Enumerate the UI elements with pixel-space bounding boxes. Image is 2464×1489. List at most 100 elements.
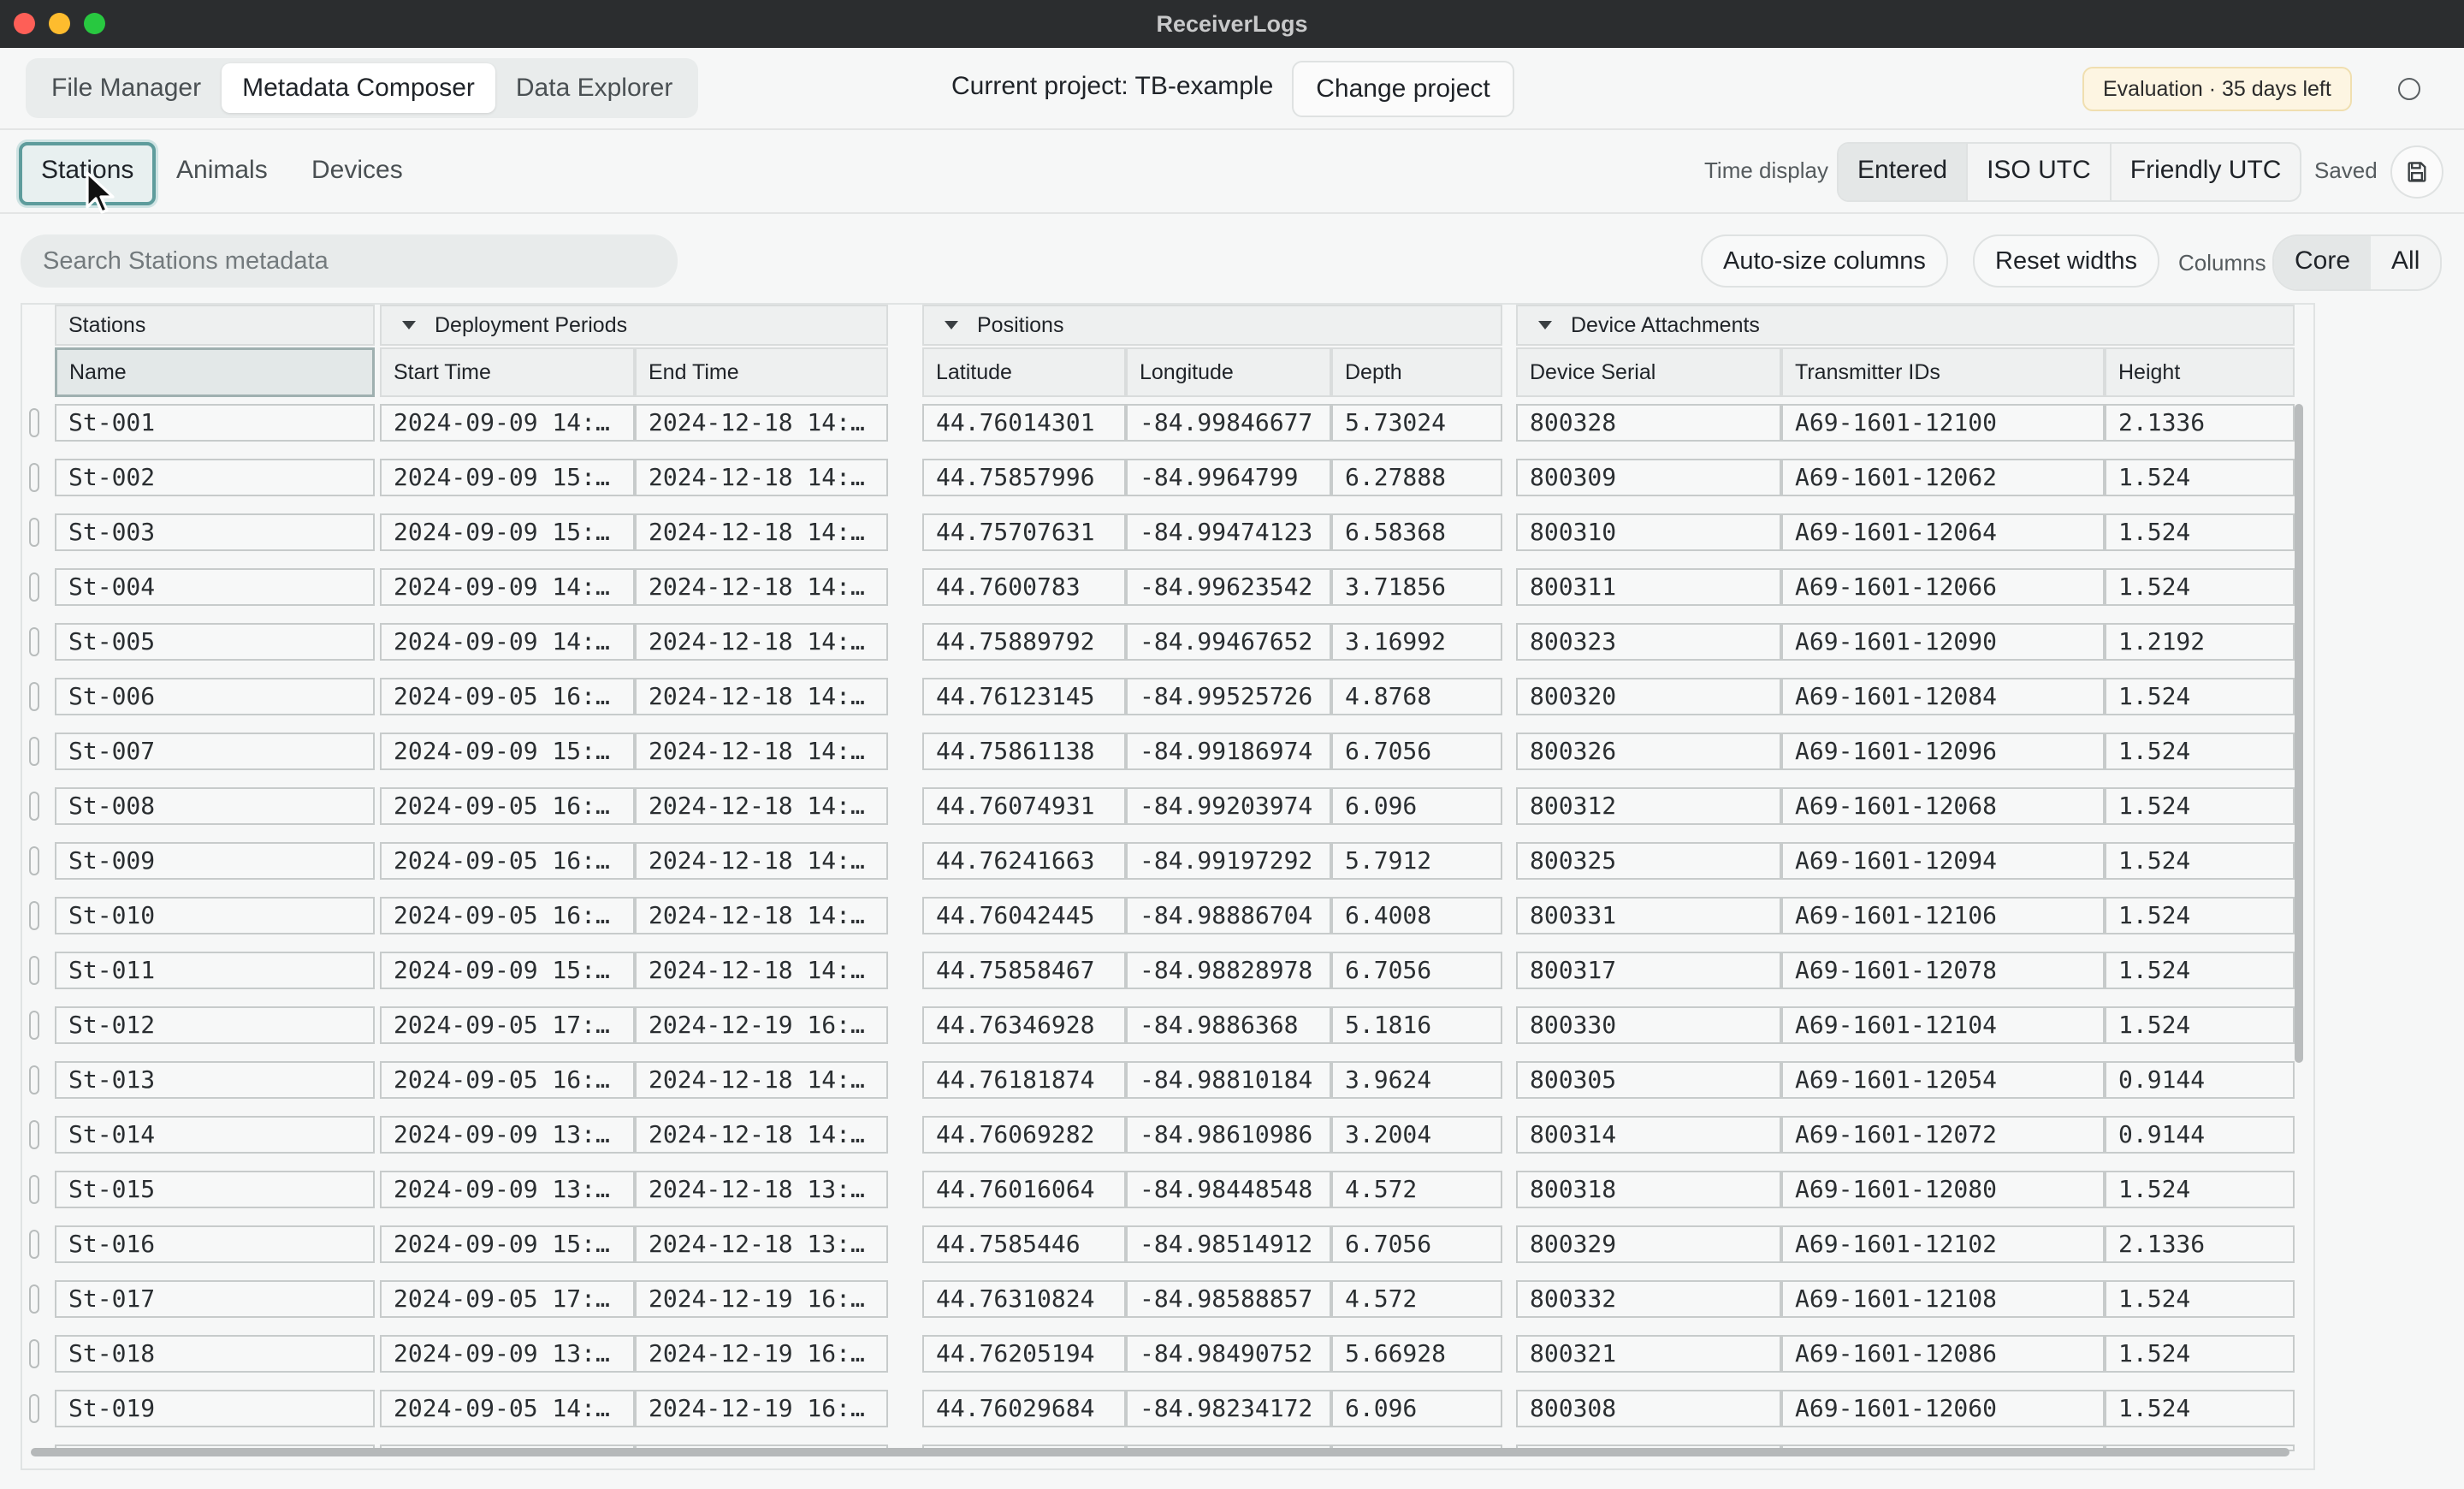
- table-cell-start-time[interactable]: 2024-09-09 13:…: [380, 1335, 635, 1373]
- table-cell-device-serial[interactable]: 800332: [1516, 1280, 1781, 1318]
- table-cell-latitude[interactable]: 44.75861138: [922, 733, 1126, 770]
- row-drag-handle[interactable]: [29, 1230, 39, 1259]
- table-cell-latitude[interactable]: 44.76016064: [922, 1171, 1126, 1208]
- table-cell-depth[interactable]: 6.4008: [1331, 897, 1502, 934]
- table-cell-device-serial[interactable]: 800321: [1516, 1335, 1781, 1373]
- table-cell-transmitter-ids[interactable]: A69-1601-12084: [1781, 678, 2105, 715]
- table-cell-latitude[interactable]: 44.76069282: [922, 1116, 1126, 1154]
- table-cell-longitude[interactable]: -84.99474123: [1126, 513, 1331, 551]
- column-header-device-serial[interactable]: Device Serial: [1516, 347, 1781, 397]
- close-window-button[interactable]: [14, 13, 35, 34]
- table-cell-end-time[interactable]: 2024-12-19 16:…: [635, 1335, 888, 1373]
- table-cell-start-time[interactable]: 2024-09-09 15:…: [380, 459, 635, 496]
- table-cell-longitude[interactable]: -84.98448548: [1126, 1171, 1331, 1208]
- table-cell-start-time[interactable]: 2024-09-05 16:…: [380, 787, 635, 825]
- table-cell-name[interactable]: St-010: [55, 897, 375, 934]
- table-cell-name[interactable]: St-011: [55, 952, 375, 989]
- table-cell-latitude[interactable]: 44.76310824: [922, 1280, 1126, 1318]
- time-option-friendly-utc[interactable]: Friendly UTC: [2109, 144, 2301, 200]
- maximize-window-button[interactable]: [84, 13, 105, 34]
- table-cell-device-serial[interactable]: 800331: [1516, 897, 1781, 934]
- table-cell-latitude[interactable]: 44.76014301: [922, 404, 1126, 442]
- table-cell-end-time[interactable]: 2024-12-18 14:…: [635, 1061, 888, 1099]
- column-header-name[interactable]: Name: [55, 347, 375, 397]
- table-cell-depth[interactable]: 5.1816: [1331, 1006, 1502, 1044]
- table-cell-name[interactable]: St-005: [55, 623, 375, 661]
- group-header-deployment-periods[interactable]: Deployment Periods: [380, 305, 888, 346]
- columns-option-all[interactable]: All: [2371, 236, 2440, 289]
- table-cell-device-serial[interactable]: 800325: [1516, 842, 1781, 880]
- table-cell-height[interactable]: 0.9144: [2105, 1116, 2295, 1154]
- table-cell-transmitter-ids[interactable]: A69-1601-12068: [1781, 787, 2105, 825]
- table-cell-depth[interactable]: 4.8768: [1331, 678, 1502, 715]
- tab-devices[interactable]: Devices: [293, 142, 422, 199]
- table-cell-latitude[interactable]: 44.76074931: [922, 787, 1126, 825]
- table-cell-transmitter-ids[interactable]: A69-1601-12062: [1781, 459, 2105, 496]
- tab-metadata-composer[interactable]: Metadata Composer: [222, 63, 495, 113]
- table-cell-device-serial[interactable]: 800309: [1516, 459, 1781, 496]
- table-cell-depth[interactable]: 6.7056: [1331, 1225, 1502, 1263]
- table-cell-start-time[interactable]: 2024-09-05 16:…: [380, 1061, 635, 1099]
- table-cell-height[interactable]: 1.524: [2105, 1006, 2295, 1044]
- table-cell-height[interactable]: 1.524: [2105, 787, 2295, 825]
- table-cell-name[interactable]: St-012: [55, 1006, 375, 1044]
- change-project-button[interactable]: Change project: [1292, 61, 1514, 117]
- row-drag-handle[interactable]: [29, 518, 39, 547]
- table-cell-latitude[interactable]: 44.75857996: [922, 459, 1126, 496]
- auto-size-columns-button[interactable]: Auto-size columns: [1701, 234, 1948, 288]
- table-cell-end-time[interactable]: 2024-12-18 14:…: [635, 513, 888, 551]
- table-cell-transmitter-ids[interactable]: A69-1601-12066: [1781, 568, 2105, 606]
- table-cell-transmitter-ids[interactable]: A69-1601-12054: [1781, 1061, 2105, 1099]
- row-drag-handle[interactable]: [29, 627, 39, 656]
- tab-animals[interactable]: Animals: [157, 142, 287, 199]
- table-cell-longitude[interactable]: -84.99525726: [1126, 678, 1331, 715]
- table-cell-name[interactable]: St-009: [55, 842, 375, 880]
- table-cell-height[interactable]: 1.524: [2105, 842, 2295, 880]
- table-cell-name[interactable]: St-008: [55, 787, 375, 825]
- row-drag-handle[interactable]: [29, 1120, 39, 1149]
- table-cell-name[interactable]: St-015: [55, 1171, 375, 1208]
- table-cell-latitude[interactable]: 44.7600783: [922, 568, 1126, 606]
- table-cell-device-serial[interactable]: 800328: [1516, 404, 1781, 442]
- table-cell-start-time[interactable]: 2024-09-09 15:…: [380, 513, 635, 551]
- table-cell-latitude[interactable]: 44.75707631: [922, 513, 1126, 551]
- table-cell-end-time[interactable]: 2024-12-19 16:…: [635, 1006, 888, 1044]
- table-cell-end-time[interactable]: 2024-12-18 14:…: [635, 623, 888, 661]
- table-cell-end-time[interactable]: 2024-12-18 14:…: [635, 897, 888, 934]
- table-cell-depth[interactable]: 4.572: [1331, 1171, 1502, 1208]
- row-drag-handle[interactable]: [29, 463, 39, 492]
- row-drag-handle[interactable]: [29, 572, 39, 602]
- collapse-caret-icon[interactable]: [1538, 321, 1552, 329]
- row-drag-handle[interactable]: [29, 1339, 39, 1368]
- search-input[interactable]: [21, 234, 678, 288]
- table-cell-height[interactable]: 1.524: [2105, 897, 2295, 934]
- table-cell-name[interactable]: St-017: [55, 1280, 375, 1318]
- tab-file-manager[interactable]: File Manager: [31, 63, 222, 113]
- time-option-entered[interactable]: Entered: [1839, 144, 1967, 200]
- row-drag-handle[interactable]: [29, 682, 39, 711]
- table-cell-depth[interactable]: 6.096: [1331, 1390, 1502, 1427]
- row-drag-handle[interactable]: [29, 1011, 39, 1040]
- table-cell-name[interactable]: St-007: [55, 733, 375, 770]
- table-cell-transmitter-ids[interactable]: A69-1601-12094: [1781, 842, 2105, 880]
- row-drag-handle[interactable]: [29, 792, 39, 821]
- table-cell-transmitter-ids[interactable]: A69-1601-12072: [1781, 1116, 2105, 1154]
- table-cell-start-time[interactable]: 2024-09-09 14:…: [380, 623, 635, 661]
- table-cell-depth[interactable]: 6.096: [1331, 787, 1502, 825]
- table-cell-latitude[interactable]: 44.76346928: [922, 1006, 1126, 1044]
- table-cell-device-serial[interactable]: 800308: [1516, 1390, 1781, 1427]
- table-cell-longitude[interactable]: -84.99467652: [1126, 623, 1331, 661]
- table-cell-device-serial[interactable]: 800317: [1516, 952, 1781, 989]
- row-drag-handle[interactable]: [29, 901, 39, 930]
- table-cell-end-time[interactable]: 2024-12-18 14:…: [635, 404, 888, 442]
- collapse-caret-icon[interactable]: [402, 321, 416, 329]
- table-cell-depth[interactable]: 5.66928: [1331, 1335, 1502, 1373]
- table-cell-depth[interactable]: 3.16992: [1331, 623, 1502, 661]
- tab-data-explorer[interactable]: Data Explorer: [495, 63, 693, 113]
- table-cell-depth[interactable]: 3.9624: [1331, 1061, 1502, 1099]
- column-header-longitude[interactable]: Longitude: [1126, 347, 1331, 397]
- table-cell-device-serial[interactable]: 800326: [1516, 733, 1781, 770]
- reset-widths-button[interactable]: Reset widths: [1973, 234, 2160, 288]
- table-cell-start-time[interactable]: 2024-09-09 15:…: [380, 733, 635, 770]
- table-cell-end-time[interactable]: 2024-12-19 16:…: [635, 1390, 888, 1427]
